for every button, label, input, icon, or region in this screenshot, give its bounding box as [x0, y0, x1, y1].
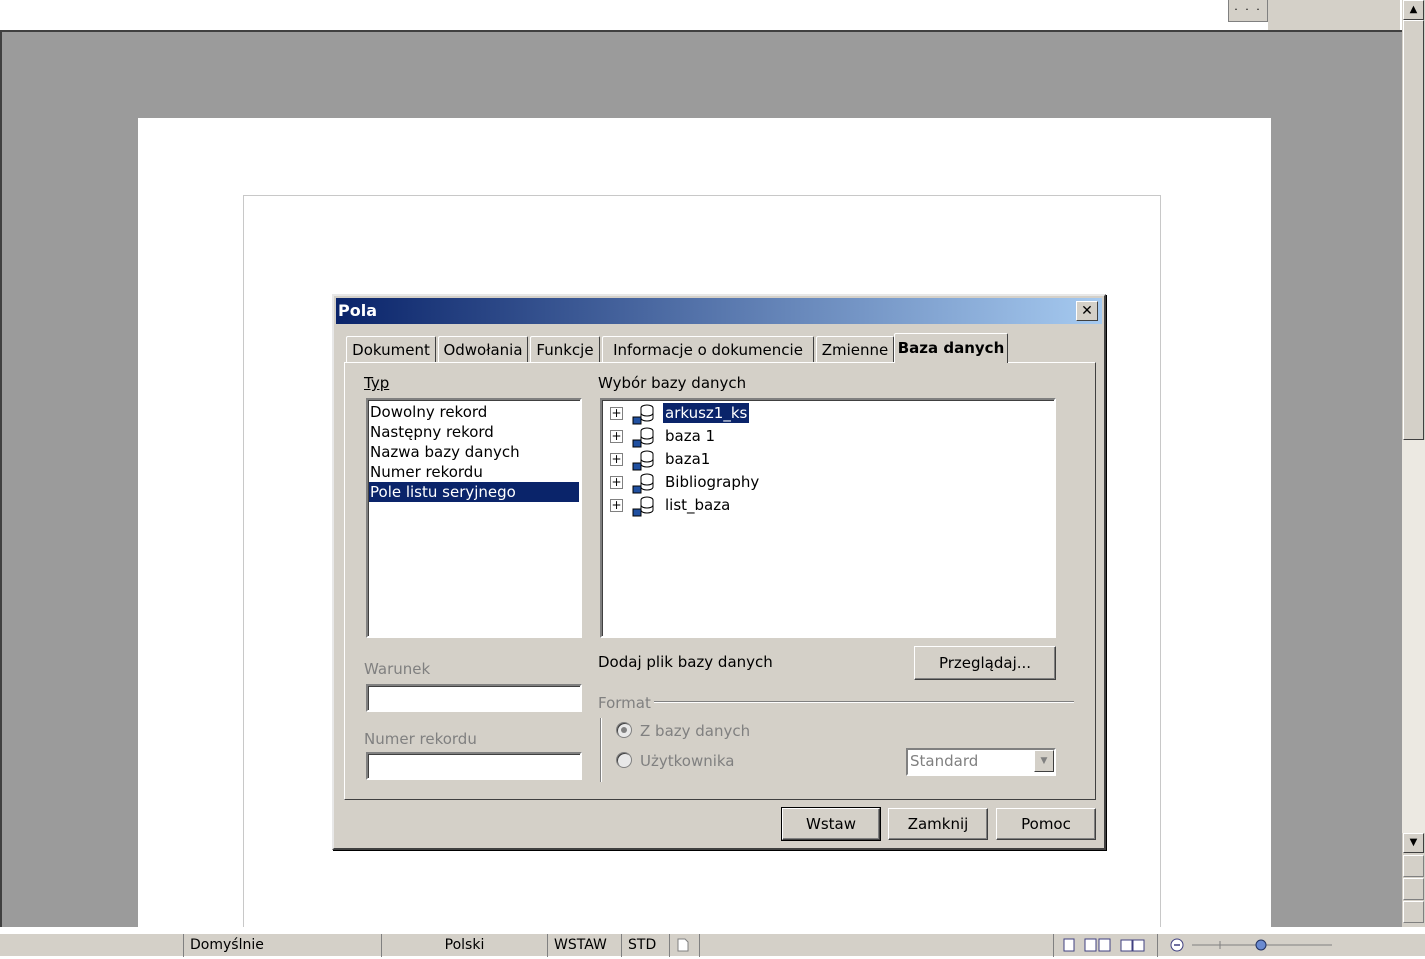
document-icon: [677, 938, 689, 952]
format-label: Format: [598, 694, 651, 712]
typ-listbox[interactable]: Dowolny rekord Następny rekord Nazwa baz…: [366, 398, 582, 638]
vertical-scrollbar[interactable]: ▲ ▼: [1402, 0, 1425, 927]
tab-informacje-o-dokumencie[interactable]: Informacje o dokumencie: [602, 336, 814, 362]
database-icon: [632, 473, 654, 494]
close-button[interactable]: Zamknij: [888, 808, 988, 840]
expand-icon[interactable]: +: [610, 476, 623, 489]
tab-funkcje[interactable]: Funkcje: [530, 336, 600, 362]
insert-button[interactable]: Wstaw: [781, 807, 881, 841]
expand-icon[interactable]: +: [610, 407, 623, 420]
database-icon: [632, 450, 654, 471]
navigator-button[interactable]: [1403, 878, 1424, 900]
scroll-up-arrow-icon[interactable]: ▲: [1403, 0, 1424, 20]
multi-page-view-icon[interactable]: [1084, 938, 1112, 952]
help-button[interactable]: Pomoc: [996, 808, 1096, 840]
database-selection-label: Wybór bazy danych: [598, 374, 747, 392]
from-database-label: Z bazy danych: [640, 722, 751, 740]
single-page-view-icon[interactable]: [1062, 938, 1076, 952]
scroll-down-arrow-icon[interactable]: ▼: [1403, 833, 1424, 853]
add-database-label: Dodaj plik bazy danych: [598, 653, 773, 671]
from-database-radio[interactable]: [616, 722, 632, 738]
language-status[interactable]: Polski: [381, 934, 547, 957]
page-style-status[interactable]: Domyślnie: [183, 934, 381, 957]
view-layout-group: [1053, 934, 1157, 957]
expand-icon[interactable]: +: [610, 499, 623, 512]
tree-item-label[interactable]: list_baza: [663, 495, 732, 515]
fields-dialog: Pola ✕ Dokument Odwołania Funkcje Inform…: [332, 294, 1106, 850]
expand-icon[interactable]: +: [610, 453, 623, 466]
format-combobox[interactable]: Standard ▼: [906, 748, 1056, 776]
database-tree[interactable]: + arkusz1_ks + baza 1 + baza1 + Bibliogr…: [600, 398, 1056, 638]
document-modified-status: [669, 934, 699, 957]
tab-odwolania[interactable]: Odwołania: [438, 336, 528, 362]
tree-item-label[interactable]: arkusz1_ks: [663, 403, 750, 423]
list-item[interactable]: Następny rekord: [369, 422, 579, 442]
list-item[interactable]: Dowolny rekord: [369, 402, 579, 422]
database-icon: [632, 496, 654, 517]
tree-item-label[interactable]: Bibliography: [663, 472, 761, 492]
format-group-vline: [600, 718, 602, 782]
user-format-radio[interactable]: [616, 752, 632, 768]
zoom-out-icon[interactable]: [1170, 938, 1184, 952]
record-number-input[interactable]: [366, 752, 582, 780]
chevron-down-icon[interactable]: ▼: [1034, 750, 1054, 772]
tree-item-label[interactable]: baza 1: [663, 426, 717, 446]
user-format-label: Użytkownika: [640, 752, 735, 770]
record-number-label: Numer rekordu: [364, 730, 477, 748]
dialog-titlebar[interactable]: Pola ✕: [336, 298, 1102, 324]
format-combobox-value: Standard: [910, 752, 979, 770]
next-page-button[interactable]: [1403, 901, 1424, 923]
close-icon[interactable]: ✕: [1076, 301, 1098, 321]
status-bar: Domyślnie Polski WSTAW STD: [0, 933, 1425, 957]
condition-label: Warunek: [364, 660, 431, 678]
expand-icon[interactable]: +: [610, 430, 623, 443]
zoom-slider-track[interactable]: [1192, 938, 1332, 952]
ruler-options-button[interactable]: · · ·: [1228, 0, 1268, 22]
insert-mode-status[interactable]: WSTAW: [547, 934, 621, 957]
format-group-line: [654, 701, 1074, 703]
browse-button[interactable]: Przeglądaj...: [914, 646, 1056, 680]
scrollbar-thumb[interactable]: [1403, 20, 1424, 440]
tab-zmienne[interactable]: Zmienne: [816, 336, 894, 362]
zoom-slider[interactable]: [1157, 934, 1335, 957]
previous-page-button[interactable]: [1403, 855, 1424, 877]
list-item[interactable]: Nazwa bazy danych: [369, 442, 579, 462]
dialog-title: Pola: [338, 301, 377, 320]
tab-baza-danych[interactable]: Baza danych: [894, 333, 1008, 363]
tab-dokument[interactable]: Dokument: [346, 336, 436, 362]
list-item[interactable]: Pole listu seryjnego: [369, 482, 579, 502]
condition-input[interactable]: [366, 684, 582, 712]
selection-mode-status[interactable]: STD: [621, 934, 669, 957]
signature-status: [699, 934, 739, 957]
toolbar-area: [1268, 0, 1400, 30]
database-icon: [632, 427, 654, 448]
scrollbar-track[interactable]: [1402, 440, 1425, 833]
typ-label: Typ: [364, 374, 390, 392]
database-icon: [632, 404, 654, 425]
book-view-icon[interactable]: [1120, 938, 1146, 952]
list-item[interactable]: Numer rekordu: [369, 462, 579, 482]
tree-item-label[interactable]: baza1: [663, 449, 712, 469]
